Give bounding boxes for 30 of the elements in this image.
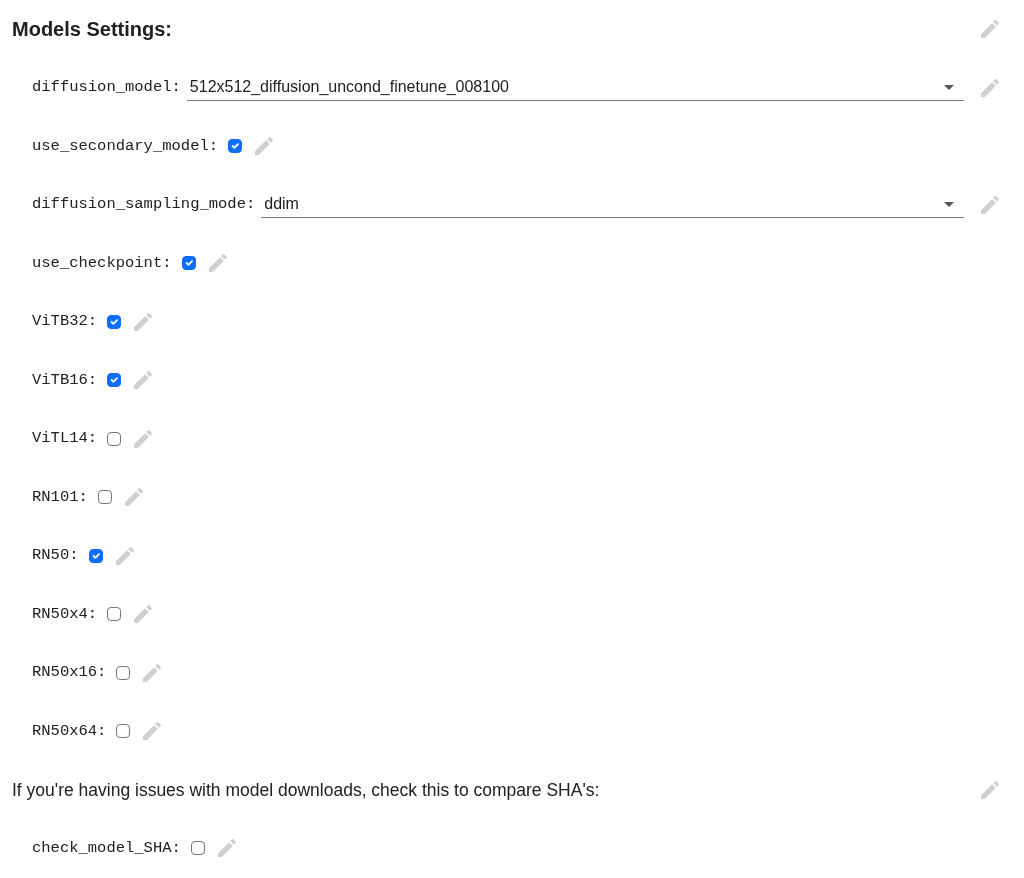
caret-icon <box>944 201 954 207</box>
field-label: RN50x64: <box>32 720 107 742</box>
description-text: If you're having issues with model downloads, check this to compare SHA's: <box>12 778 600 802</box>
field-label: ViTL14: <box>32 428 98 450</box>
field-label: check_model_SHA: <box>32 837 181 859</box>
dropdown[interactable]: ddim <box>261 191 964 218</box>
field-label: RN50x16: <box>32 662 107 684</box>
field-label: ViTB32: <box>32 311 98 333</box>
caret-icon <box>944 84 954 90</box>
field-label: diffusion_model: <box>32 77 181 99</box>
field-label: diffusion_sampling_mode: <box>32 194 256 216</box>
checkbox[interactable] <box>97 490 112 505</box>
field-label: use_secondary_model: <box>32 135 219 157</box>
checkbox[interactable] <box>181 256 196 271</box>
field-label: RN101: <box>32 486 88 508</box>
checkbox[interactable] <box>228 139 243 154</box>
checkbox[interactable] <box>107 607 122 622</box>
field-label: use_checkpoint: <box>32 252 172 274</box>
checkbox[interactable] <box>107 373 122 388</box>
checkbox[interactable] <box>107 431 122 446</box>
field-label: ViTB16: <box>32 369 98 391</box>
checkbox[interactable] <box>116 724 131 739</box>
field-label: RN50x4: <box>32 603 98 625</box>
checkbox[interactable] <box>190 841 205 856</box>
dropdown[interactable]: 512x512_diffusion_uncond_finetune_008100 <box>186 74 964 101</box>
field-label: RN50: <box>32 545 79 567</box>
checkbox[interactable] <box>107 314 122 329</box>
section-title: Models Settings: <box>12 17 172 42</box>
checkbox[interactable] <box>116 665 131 680</box>
checkbox[interactable] <box>88 548 103 563</box>
